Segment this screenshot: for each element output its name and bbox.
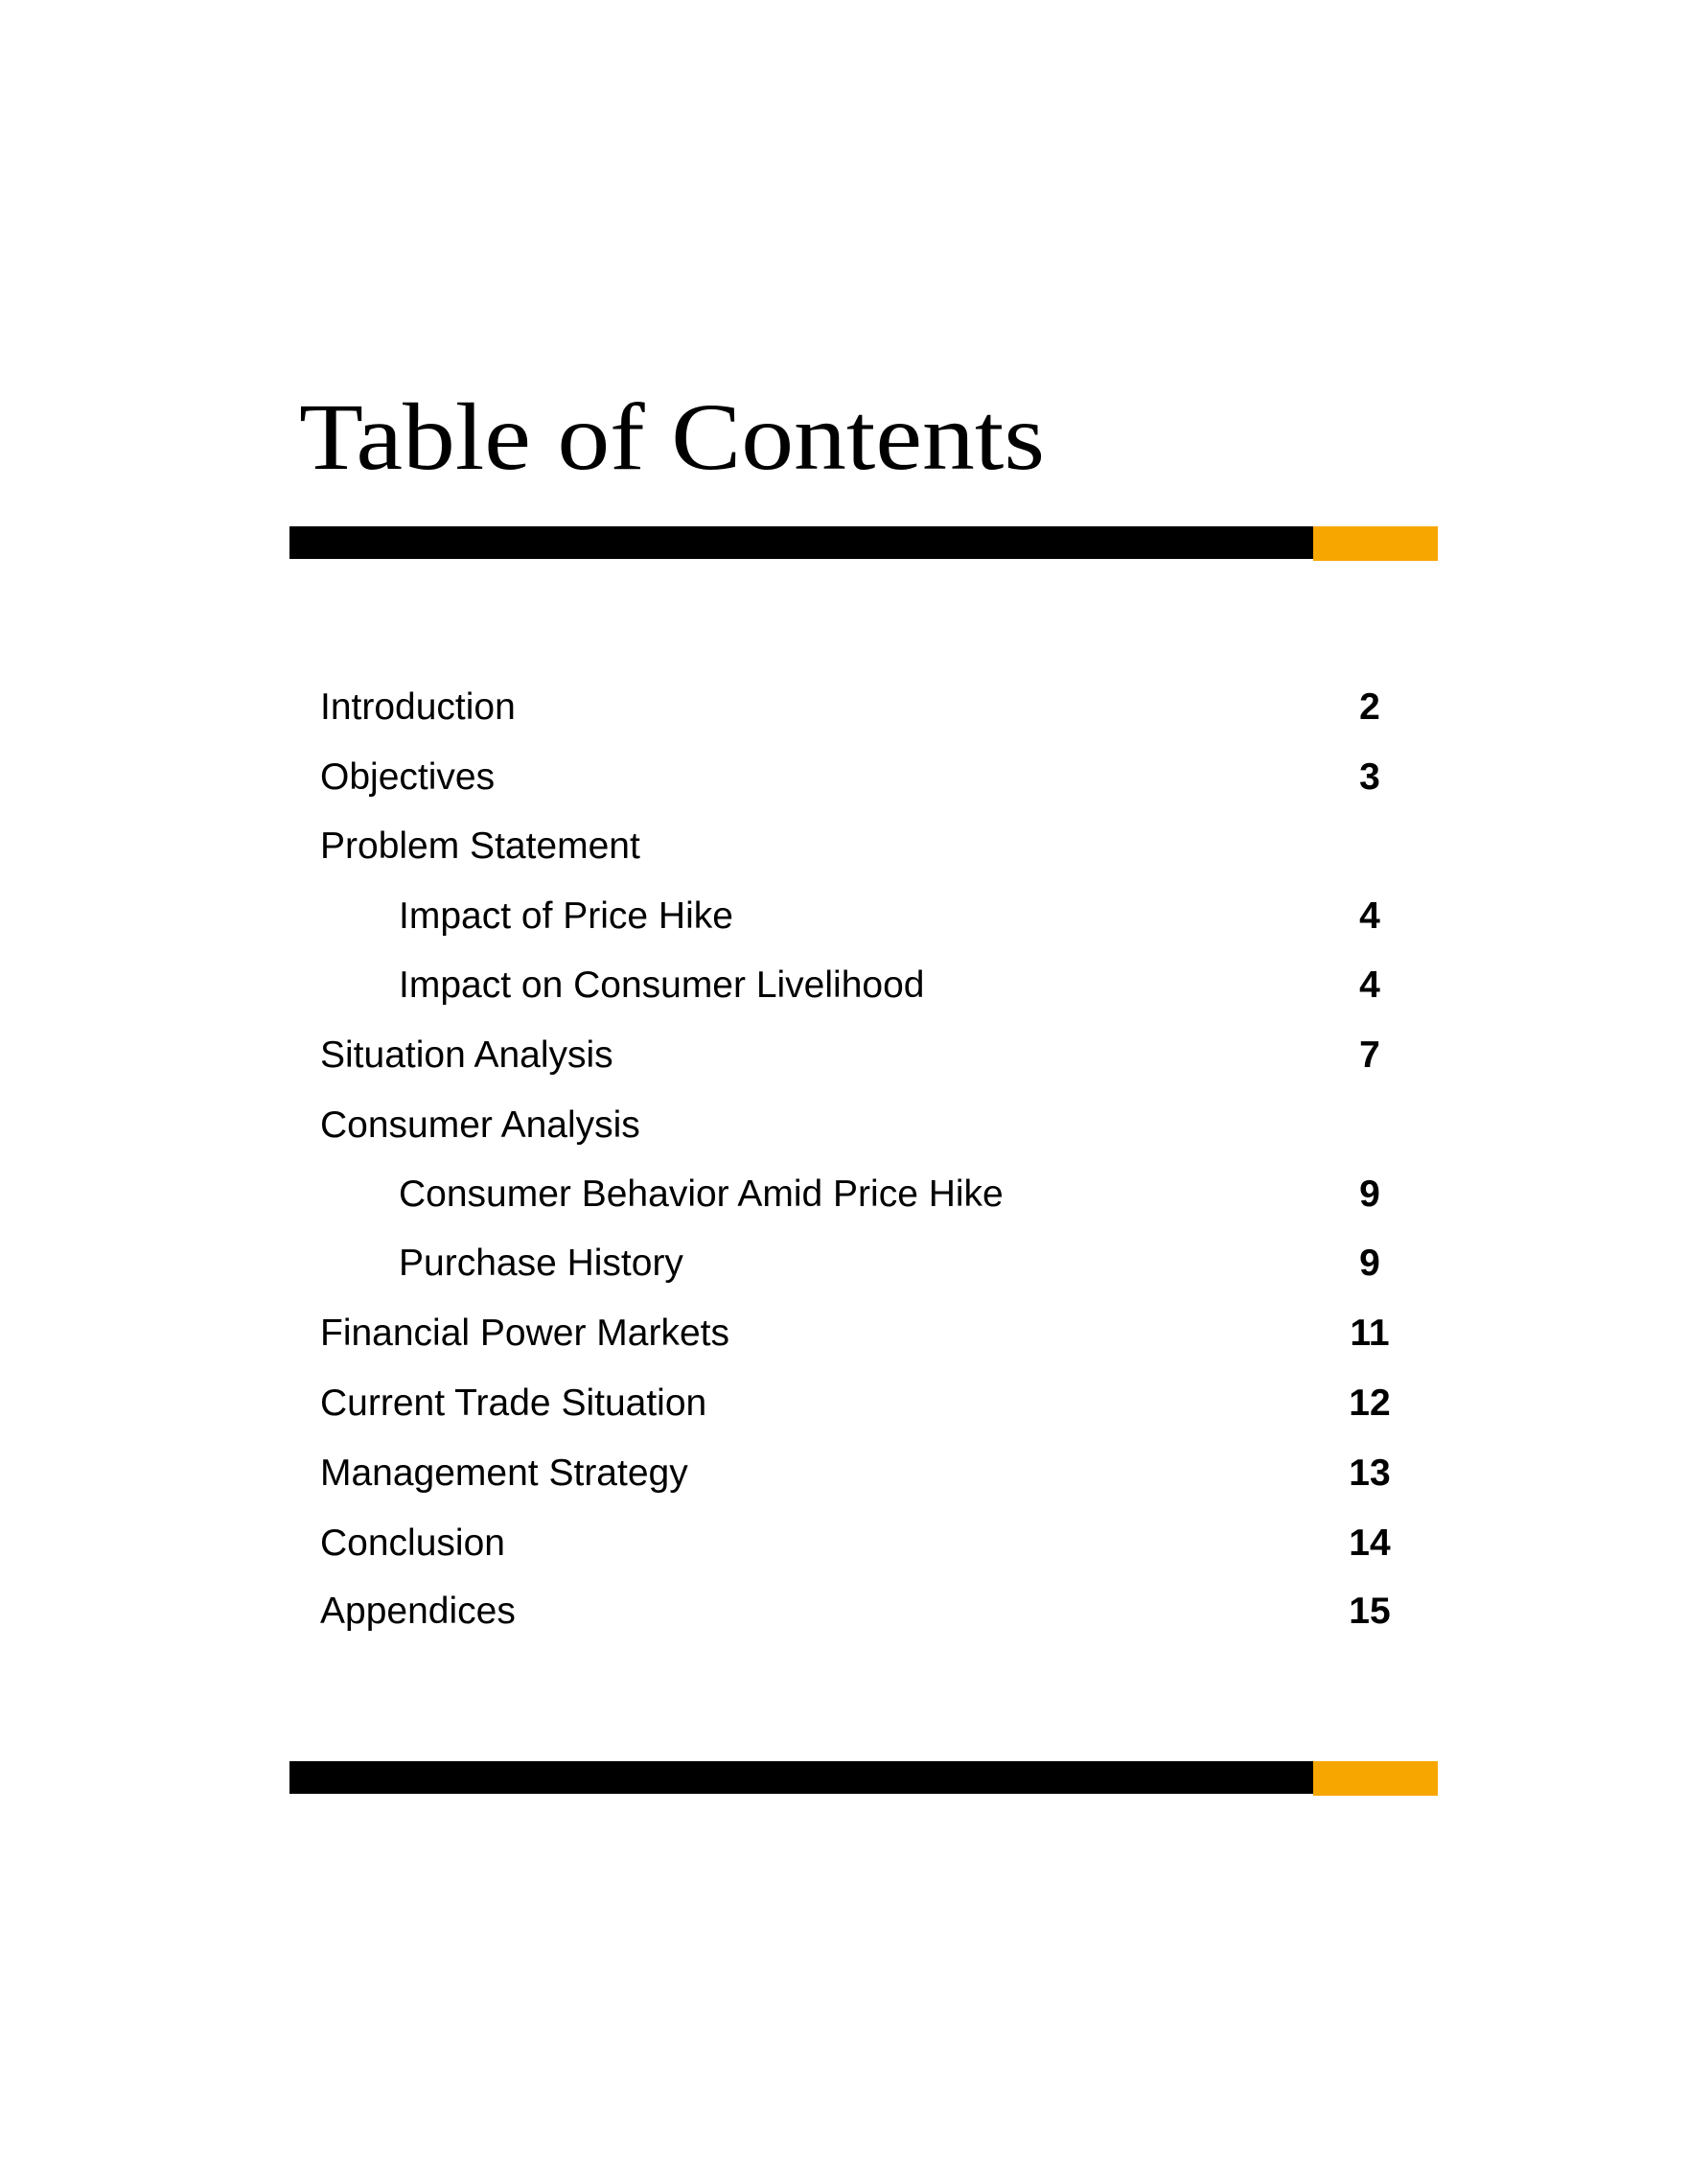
toc-entry-label: Current Trade Situation [320, 1382, 707, 1424]
toc-entry-problem-statement[interactable]: Problem Statement [0, 818, 1687, 875]
toc-entry-label: Management Strategy [320, 1452, 688, 1494]
page-title: Table of Contents [299, 383, 1045, 490]
toc-entry-objectives[interactable]: Objectives 3 [0, 749, 1687, 806]
toc-entry-label: Impact on Consumer Livelihood [399, 964, 925, 1006]
toc-entry-page: 3 [1359, 756, 1380, 798]
toc-entry-label: Introduction [320, 686, 516, 728]
toc-entry-page: 11 [1350, 1313, 1390, 1354]
toc-entry-consumer-behavior[interactable]: Consumer Behavior Amid Price Hike 9 [0, 1166, 1687, 1223]
toc-entry-consumer-analysis[interactable]: Consumer Analysis [0, 1097, 1687, 1154]
bottom-divider-black-segment [289, 1761, 1313, 1794]
toc-entry-page: 2 [1359, 686, 1380, 728]
toc-entry-page: 13 [1349, 1452, 1391, 1494]
toc-entry-label: Conclusion [320, 1522, 505, 1564]
toc-entry-page: 4 [1359, 895, 1380, 937]
toc-entry-label: Problem Statement [320, 825, 640, 867]
toc-entry-label: Consumer Behavior Amid Price Hike [399, 1173, 1004, 1215]
toc-entry-page: 14 [1349, 1522, 1391, 1564]
toc-entry-management-strategy[interactable]: Management Strategy 13 [0, 1445, 1687, 1502]
toc-entry-page: 4 [1359, 964, 1380, 1006]
toc-entry-situation-analysis[interactable]: Situation Analysis 7 [0, 1027, 1687, 1084]
toc-entry-label: Purchase History [399, 1243, 683, 1284]
toc-entry-impact-of-price-hike[interactable]: Impact of Price Hike 4 [0, 888, 1687, 945]
toc-entry-impact-on-consumer-livelihood[interactable]: Impact on Consumer Livelihood 4 [0, 957, 1687, 1014]
top-divider-accent-segment [1313, 526, 1438, 561]
toc-entry-appendices[interactable]: Appendices 15 [0, 1583, 1687, 1640]
toc-entry-label: Appendices [320, 1591, 516, 1632]
toc-entry-page: 9 [1359, 1243, 1380, 1284]
toc-entry-label: Consumer Analysis [320, 1104, 640, 1146]
toc-entry-purchase-history[interactable]: Purchase History 9 [0, 1235, 1687, 1292]
toc-entry-page: 7 [1359, 1034, 1380, 1076]
top-divider-black-segment [289, 526, 1313, 559]
toc-entry-current-trade-situation[interactable]: Current Trade Situation 12 [0, 1375, 1687, 1432]
toc-entry-label: Impact of Price Hike [399, 895, 733, 937]
toc-entry-page: 12 [1349, 1382, 1391, 1424]
toc-entry-label: Objectives [320, 756, 496, 798]
toc-entry-label: Situation Analysis [320, 1034, 613, 1076]
bottom-divider-accent-segment [1313, 1761, 1438, 1796]
bottom-divider [289, 1761, 1438, 1796]
toc-entry-page: 9 [1359, 1173, 1380, 1215]
top-divider [289, 526, 1438, 561]
toc-entry-label: Financial Power Markets [320, 1313, 729, 1354]
toc-entry-financial-power-markets[interactable]: Financial Power Markets 11 [0, 1305, 1687, 1362]
toc-entry-introduction[interactable]: Introduction 2 [0, 679, 1687, 736]
toc-entry-page: 15 [1349, 1591, 1391, 1632]
toc-entry-conclusion[interactable]: Conclusion 14 [0, 1515, 1687, 1572]
